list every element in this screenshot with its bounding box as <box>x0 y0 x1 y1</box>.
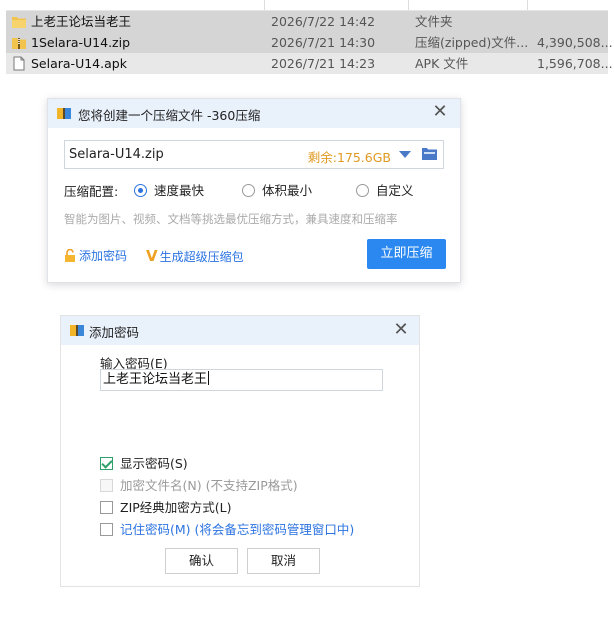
file-name: 上老王论坛当老王 <box>31 14 132 29</box>
file-row-apk[interactable]: Selara-U14.apk 2026/7/21 14:23 APK 文件 1,… <box>6 53 613 74</box>
file-date: 2026/7/22 14:42 <box>271 14 376 29</box>
file-icon <box>13 56 25 71</box>
folder-browse-icon[interactable] <box>422 147 437 160</box>
file-type: APK 文件 <box>415 56 469 71</box>
add-password-dialog: 添加密码 ✕ 输入密码(E) 上老王论坛当老王 显示密码(S) 加密文件名(N)… <box>60 315 420 587</box>
show-password-checkbox[interactable]: 显示密码(S) <box>100 453 188 472</box>
archive-app-icon <box>70 325 84 336</box>
compress-now-button[interactable]: 立即压缩 <box>367 239 446 269</box>
radio-indicator[interactable] <box>242 184 255 197</box>
archive-filename: Selara-U14.zip <box>69 147 164 162</box>
super-archive-link[interactable]: V 生成超级压缩包 <box>146 247 244 265</box>
compress-config-label: 压缩配置: <box>64 184 119 199</box>
file-date: 2026/7/21 14:23 <box>271 56 376 71</box>
v-badge-icon: V <box>146 247 158 265</box>
add-password-link[interactable]: 添加密码 <box>64 247 127 264</box>
cancel-button[interactable]: 取消 <box>247 548 320 574</box>
dialog-title: 您将创建一个压缩文件 -360压缩 <box>78 108 261 123</box>
chevron-down-icon[interactable] <box>399 151 411 158</box>
radio-fastest[interactable]: 速度最快 <box>134 180 204 199</box>
encrypt-filenames-checkbox: 加密文件名(N) (不支持ZIP格式) <box>100 475 298 494</box>
close-icon[interactable]: ✕ <box>391 320 411 340</box>
file-size: 4,390,508... <box>537 35 613 50</box>
archive-app-icon <box>57 108 71 119</box>
checkbox-indicator[interactable] <box>100 523 113 536</box>
file-name: 1Selara-U14.zip <box>31 35 131 50</box>
text-caret <box>208 371 210 385</box>
remember-password-checkbox[interactable]: 记住密码(M) (将会备忘到密码管理窗口中) <box>100 519 354 538</box>
compress-dialog: 您将创建一个压缩文件 -360压缩 ✕ Selara-U14.zip 剩余:17… <box>47 98 461 283</box>
file-type: 文件夹 <box>415 14 453 29</box>
radio-custom[interactable]: 自定义 <box>356 180 414 199</box>
password-input[interactable]: 上老王论坛当老王 <box>100 369 383 391</box>
lock-icon <box>65 248 75 262</box>
compress-dialog-titlebar[interactable]: 您将创建一个压缩文件 -360压缩 ✕ <box>48 99 460 128</box>
checkbox-indicator[interactable] <box>100 501 113 514</box>
file-date: 2026/7/21 14:30 <box>271 35 376 50</box>
radio-indicator[interactable] <box>356 184 369 197</box>
confirm-button[interactable]: 确认 <box>165 548 238 574</box>
checkbox-indicator <box>100 479 113 492</box>
column-separator[interactable] <box>264 0 265 10</box>
radio-indicator[interactable] <box>134 184 147 197</box>
file-list: 上老王论坛当老王 2026/7/22 14:42 文件夹 1Selara-U14… <box>6 0 613 74</box>
file-name: Selara-U14.apk <box>31 56 127 71</box>
zip-classic-encryption-checkbox[interactable]: ZIP经典加密方式(L) <box>100 497 232 516</box>
free-space-label: 剩余:175.6GB <box>307 150 391 165</box>
file-list-header <box>6 0 608 11</box>
radio-smallest[interactable]: 体积最小 <box>242 180 312 199</box>
file-row-zip[interactable]: 1Selara-U14.zip 2026/7/21 14:30 压缩(zippe… <box>6 32 613 53</box>
file-row-folder[interactable]: 上老王论坛当老王 2026/7/22 14:42 文件夹 <box>6 11 608 32</box>
file-size: 1,596,708... <box>537 56 613 71</box>
dialog-title: 添加密码 <box>89 325 140 340</box>
file-type: 压缩(zipped)文件... <box>415 35 529 50</box>
folder-icon <box>12 17 26 28</box>
column-separator[interactable] <box>408 0 409 10</box>
password-dialog-titlebar[interactable]: 添加密码 ✕ <box>61 316 419 345</box>
zip-icon <box>12 38 26 49</box>
column-separator[interactable] <box>527 0 528 10</box>
archive-filename-field[interactable]: Selara-U14.zip 剩余:175.6GB <box>64 140 444 169</box>
checkbox-indicator[interactable] <box>100 457 113 470</box>
close-icon[interactable]: ✕ <box>430 102 450 122</box>
compress-hint: 智能为图片、视频、文档等挑选最优压缩方式，兼具速度和压缩率 <box>64 212 398 226</box>
